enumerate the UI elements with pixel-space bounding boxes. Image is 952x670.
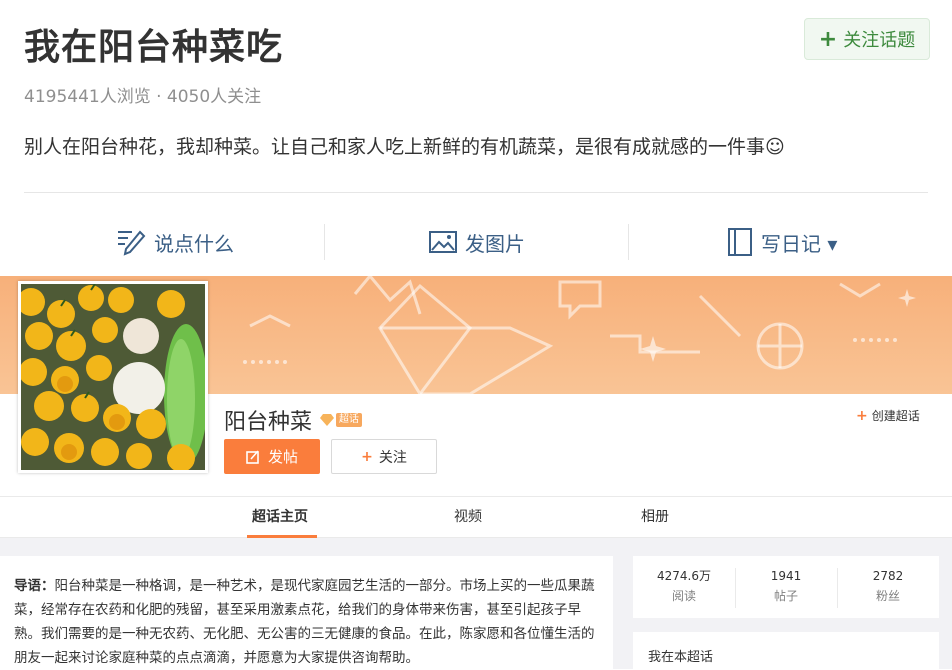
topic-stats: 4195441人浏览 · 4050人关注: [24, 87, 262, 107]
stat-value: 1941: [770, 569, 802, 583]
plus-icon: +: [856, 407, 868, 424]
my-in-topic-title: 我在本超话: [648, 650, 714, 665]
create-super-topic-label: 创建超话: [871, 409, 920, 423]
super-topic-name: 阳台种菜: [224, 410, 313, 435]
intro-text: 导语：阳台种菜是一种格调，是一种艺术，是现代家庭园艺生活的一部分。市场上买的一些…: [14, 574, 598, 670]
follow-button-label: 关注: [378, 449, 407, 466]
write-diary-button[interactable]: 写日记 ▾: [727, 218, 837, 266]
follow-topic-button[interactable]: + 关注话题: [804, 18, 930, 60]
tab-album[interactable]: 相册: [641, 497, 669, 537]
tab-home[interactable]: 超话主页: [252, 497, 308, 537]
post-button-label: 发帖: [267, 448, 298, 466]
super-topic-avatar[interactable]: [18, 281, 208, 473]
stat-label: 粉丝: [875, 589, 900, 603]
say-something-button[interactable]: 说点什么: [116, 218, 234, 266]
plus-icon: +: [361, 448, 373, 465]
stat-posts[interactable]: 1941 帖子: [735, 566, 837, 606]
say-something-label: 说点什么: [154, 231, 234, 256]
compose-actions: 说点什么 发图片 写日记 ▾: [0, 218, 952, 266]
tab-video[interactable]: 视频: [454, 497, 482, 537]
follow-button[interactable]: + 关注: [331, 439, 437, 474]
super-topic-badge-label: 超话: [336, 413, 362, 427]
notebook-icon: [728, 228, 752, 256]
tomato-photo: [21, 284, 205, 470]
stat-value: 4274.6万: [657, 569, 711, 583]
follow-topic-label: 关注话题: [843, 30, 916, 51]
image-icon: [429, 231, 457, 253]
stat-fans[interactable]: 2782 粉丝: [837, 566, 939, 606]
diamond-icon: [320, 414, 334, 426]
edit-icon: [246, 449, 259, 464]
pen-icon: [118, 230, 146, 256]
divider: [324, 224, 325, 260]
topic-title: 我在阳台种菜吃: [24, 27, 284, 68]
write-diary-label: 写日记 ▾: [761, 231, 838, 256]
divider: [628, 224, 629, 260]
intro-body: 阳台种菜是一种格调，是一种艺术，是现代家庭园艺生活的一部分。市场上买的一些瓜果蔬…: [14, 578, 595, 666]
post-button[interactable]: 发帖: [224, 439, 320, 474]
super-topic-badge: 超话: [320, 412, 362, 428]
stat-label: 帖子: [773, 589, 798, 603]
topic-description: 别人在阳台种花，我却种菜。让自己和家人吃上新鲜的有机蔬菜，是很有成就感的一件事☺: [24, 136, 785, 158]
create-super-topic-link[interactable]: + 创建超话: [856, 407, 920, 424]
post-photo-label: 发图片: [465, 231, 525, 256]
stat-value: 2782: [872, 569, 904, 583]
stat-label: 阅读: [671, 589, 696, 603]
divider: [24, 192, 928, 193]
intro-label: 导语：: [14, 578, 55, 594]
plus-icon: +: [818, 26, 838, 52]
post-photo-button[interactable]: 发图片: [429, 218, 525, 266]
super-topic-tabs: 超话主页 视频 相册: [0, 496, 952, 538]
stat-reads[interactable]: 4274.6万 阅读: [633, 566, 735, 606]
